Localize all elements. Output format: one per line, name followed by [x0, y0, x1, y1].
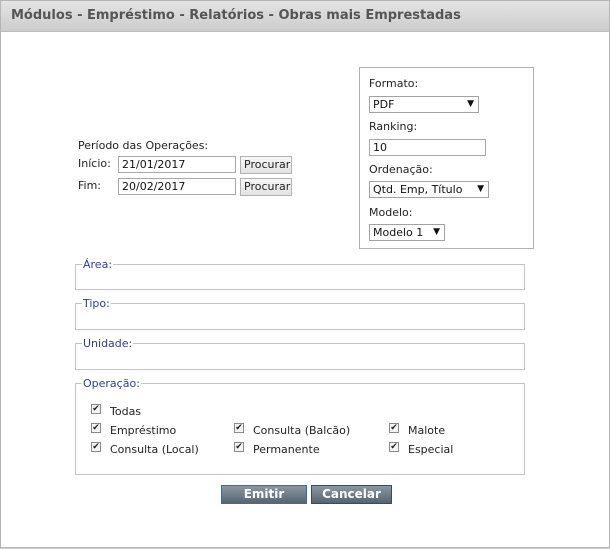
emprestimo-label: Empréstimo — [110, 424, 177, 437]
options-panel: Formato: PDF ▼ Ranking: 10 Ordenação: Qt… — [359, 67, 534, 249]
periodo-label: Período das Operações: — [78, 139, 209, 152]
malote-label: Malote — [408, 424, 446, 437]
ordenacao-value: Qtd. Emp, Título — [373, 183, 463, 196]
fim-date-input[interactable]: 20/02/2017 — [118, 178, 236, 195]
area-legend: Área: — [83, 258, 113, 271]
ordenacao-label: Ordenação: — [369, 163, 433, 176]
ordenacao-select[interactable]: Qtd. Emp, Título ▼ — [369, 181, 489, 198]
inicio-label: Início: — [78, 157, 111, 170]
chevron-down-icon: ▼ — [467, 99, 474, 109]
todas-checkbox[interactable]: ✔ — [91, 404, 101, 414]
operacao-legend: Operação: — [83, 377, 140, 390]
malote-checkbox[interactable]: ✔ — [389, 423, 399, 433]
modelo-select[interactable]: Modelo 1 ▼ — [369, 224, 445, 241]
ranking-label: Ranking: — [369, 120, 418, 133]
especial-label: Especial — [408, 443, 454, 456]
report-dialog: Módulos - Empréstimo - Relatórios - Obra… — [0, 0, 610, 548]
consulta-balcao-checkbox[interactable]: ✔ — [234, 423, 244, 433]
permanente-checkbox[interactable]: ✔ — [234, 442, 244, 452]
fim-label: Fim: — [78, 179, 102, 192]
cancelar-button[interactable]: Cancelar — [311, 485, 392, 504]
tipo-legend: Tipo: — [83, 297, 110, 310]
formato-select[interactable]: PDF ▼ — [369, 96, 479, 113]
consulta-local-label: Consulta (Local) — [110, 443, 199, 456]
unidade-legend: Unidade: — [83, 337, 133, 350]
tipo-group[interactable]: Tipo: — [75, 297, 525, 330]
formato-value: PDF — [373, 98, 395, 111]
modelo-value: Modelo 1 — [373, 226, 424, 239]
especial-checkbox[interactable]: ✔ — [389, 442, 399, 452]
chevron-down-icon: ▼ — [433, 227, 440, 237]
emprestimo-checkbox[interactable]: ✔ — [91, 423, 101, 433]
emitir-button[interactable]: Emitir — [221, 485, 307, 504]
fim-procurar-button[interactable]: Procurar — [240, 178, 292, 196]
formato-label: Formato: — [369, 77, 419, 90]
area-group[interactable]: Área: — [75, 258, 525, 290]
consulta-balcao-label: Consulta (Balcão) — [253, 424, 351, 437]
title-bar: Módulos - Empréstimo - Relatórios - Obra… — [1, 1, 609, 32]
inicio-date-input[interactable]: 21/01/2017 — [118, 156, 236, 173]
ranking-input[interactable]: 10 — [369, 139, 486, 156]
chevron-down-icon: ▼ — [477, 184, 484, 194]
inicio-procurar-button[interactable]: Procurar — [240, 156, 292, 174]
modelo-label: Modelo: — [369, 206, 413, 219]
consulta-local-checkbox[interactable]: ✔ — [91, 442, 101, 452]
page-title: Módulos - Empréstimo - Relatórios - Obra… — [11, 8, 461, 23]
permanente-label: Permanente — [253, 443, 320, 456]
todas-label: Todas — [110, 405, 142, 418]
unidade-group[interactable]: Unidade: — [75, 337, 525, 370]
